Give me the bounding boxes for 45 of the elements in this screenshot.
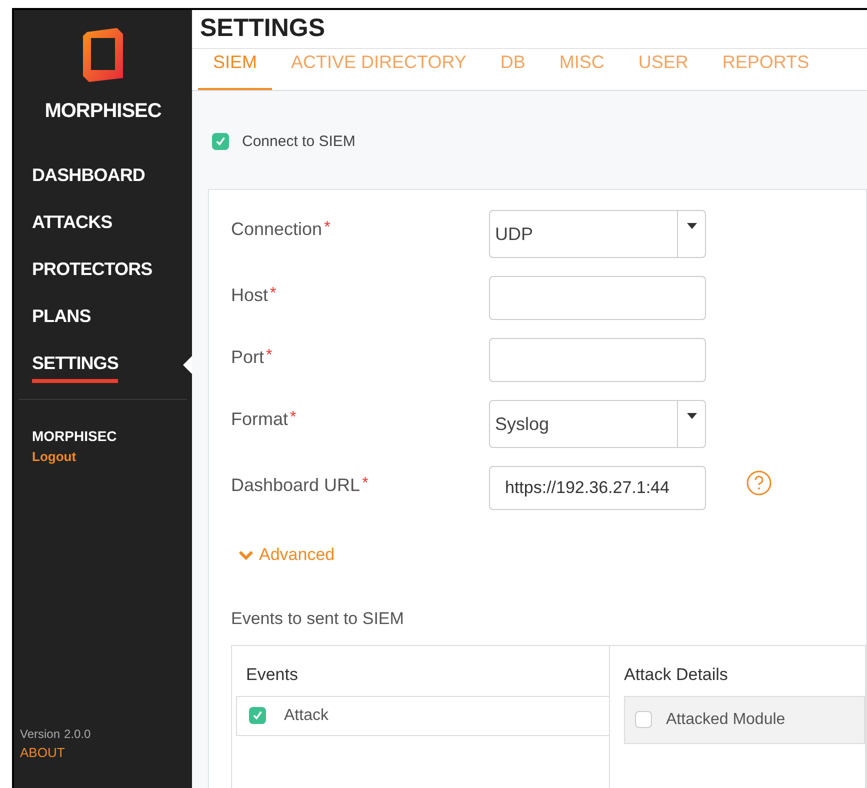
select-field[interactable]: UDP (489, 210, 706, 258)
column-heading: Attack Details (624, 664, 729, 686)
help-icon[interactable] (746, 470, 772, 496)
event-row[interactable]: Attack (236, 696, 610, 736)
nav-item[interactable]: ATTACKS (32, 209, 112, 236)
caret-icon (686, 413, 696, 419)
text-field[interactable] (489, 276, 706, 320)
nav-item[interactable]: DASHBOARD (32, 162, 145, 189)
text-field[interactable]: https://192.36.27.1:44 (489, 466, 706, 510)
field-label: Dashboard URL (231, 474, 360, 497)
logout-link[interactable]: Logout (32, 447, 76, 466)
logo-icon (81, 28, 125, 82)
field-label: Host (231, 284, 268, 307)
checkbox[interactable] (212, 133, 229, 150)
brand-name: MORPHISEC (44, 99, 162, 124)
user-name: MORPHISEC (32, 427, 118, 446)
detail-row[interactable]: Attacked Module (624, 696, 865, 744)
nav-item[interactable]: PROTECTORS (32, 256, 152, 283)
check-icon (215, 136, 226, 148)
field-label: Format (231, 408, 288, 431)
version-label: Version (20, 726, 60, 742)
nav-item[interactable]: SETTINGS (32, 350, 118, 383)
required-mark: * (270, 284, 276, 304)
check-icon (252, 710, 263, 721)
chevron-icon (239, 550, 253, 560)
section-title: Events to sent to SIEM (231, 608, 404, 630)
checkbox[interactable] (635, 711, 652, 728)
caret-icon (686, 223, 696, 229)
select-field[interactable]: Syslog (489, 400, 706, 448)
required-mark: * (290, 408, 296, 428)
field-label: Port (231, 346, 264, 369)
nav-item[interactable]: PLANS (32, 303, 91, 330)
required-mark: * (362, 474, 368, 494)
field-label: Connection (231, 218, 322, 241)
about-link[interactable]: ABOUT (20, 742, 65, 762)
required-mark: * (266, 346, 272, 366)
checkbox-label: Connect to SIEM (242, 132, 356, 152)
version-number: 2.0.0 (64, 726, 91, 742)
text-field[interactable] (489, 338, 706, 382)
required-mark: * (324, 218, 330, 238)
checkbox-label: Attack (284, 706, 328, 726)
page-title: SETTINGS (200, 13, 326, 44)
column-heading: Events (246, 664, 299, 686)
checkbox[interactable] (249, 707, 266, 724)
checkbox-label: Attacked Module (666, 710, 786, 730)
